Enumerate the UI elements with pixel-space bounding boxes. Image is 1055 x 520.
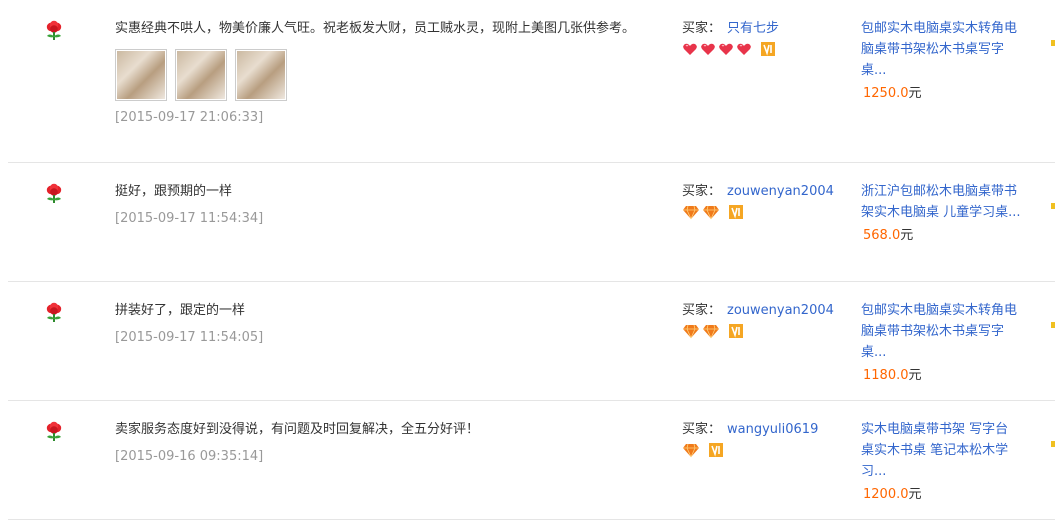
price-value: 568.0 <box>863 228 901 243</box>
review-list: 实惠经典不哄人，物美价廉人气旺。祝老板发大财，员工贼水灵，现附上美图几张供参考。… <box>0 0 1055 520</box>
review-row: 卖家服务态度好到没得说，有问题及时回复解决，全五分好评！ [2015-09-16… <box>8 401 1055 520</box>
item-price: 1200.0元 <box>861 484 1021 505</box>
buyer-info: 买家： zouwenyan2004 <box>682 300 852 339</box>
photo-image <box>117 51 165 99</box>
review-photo-thumb[interactable] <box>235 49 287 101</box>
buyer-info: 买家： zouwenyan2004 <box>682 181 852 220</box>
review-comment-block: 拼装好了，跟定的一样 [2015-09-17 11:54:05] <box>115 300 660 348</box>
vip-icon <box>761 42 775 56</box>
vip-icon <box>709 443 723 457</box>
buyer-name-link[interactable]: zouwenyan2004 <box>727 303 834 318</box>
buyer-label: 买家： <box>682 422 722 437</box>
review-date: [2015-09-17 11:54:05] <box>115 330 264 345</box>
buyer-credit-badges <box>682 323 852 339</box>
price-value: 1200.0 <box>863 487 909 502</box>
item-title-link[interactable]: 包邮实木电脑桌实木转角电脑桌带书架松木书桌写字桌... <box>861 18 1021 81</box>
edge-indicator <box>1051 322 1055 328</box>
photo-image <box>237 51 285 99</box>
red-flower-icon <box>46 183 62 203</box>
review-text: 卖家服务态度好到没得说，有问题及时回复解决，全五分好评！ <box>115 422 480 437</box>
heart-badge-icon <box>719 43 733 55</box>
buyer-label: 买家： <box>682 184 722 199</box>
red-flower-icon <box>46 421 62 441</box>
heart-badge-icon <box>737 43 751 55</box>
diamond-badge-icon <box>683 443 699 458</box>
diamond-badge-icon <box>703 205 719 220</box>
item-price: 568.0元 <box>861 225 1021 246</box>
buyer-label: 买家： <box>682 303 722 318</box>
review-comment-block: 卖家服务态度好到没得说，有问题及时回复解决，全五分好评！ [2015-09-16… <box>115 419 660 467</box>
price-currency: 元 <box>900 228 914 243</box>
edge-indicator <box>1051 203 1055 209</box>
heart-badge-icon <box>701 43 715 55</box>
buyer-name-link[interactable]: wangyuli0619 <box>727 422 818 437</box>
item-title-link[interactable]: 包邮实木电脑桌实木转角电脑桌带书架松木书桌写字桌... <box>861 300 1021 363</box>
review-date: [2015-09-17 11:54:34] <box>115 211 264 226</box>
review-photo-thumb[interactable] <box>115 49 167 101</box>
review-date: [2015-09-17 21:06:33] <box>115 110 264 125</box>
item-info: 包邮实木电脑桌实木转角电脑桌带书架松木书桌写字桌... 1250.0元 <box>861 18 1021 104</box>
item-price: 1180.0元 <box>861 365 1021 386</box>
price-value: 1180.0 <box>863 368 909 383</box>
review-photos <box>115 49 660 101</box>
review-row: 实惠经典不哄人，物美价廉人气旺。祝老板发大财，员工贼水灵，现附上美图几张供参考。… <box>8 0 1055 163</box>
red-flower-icon <box>46 20 62 40</box>
photo-image <box>177 51 225 99</box>
diamond-badge-icon <box>683 205 699 220</box>
price-value: 1250.0 <box>863 86 909 101</box>
edge-indicator <box>1051 40 1055 46</box>
red-flower-icon <box>46 302 62 322</box>
review-date: [2015-09-16 09:35:14] <box>115 449 264 464</box>
item-info: 实木电脑桌带书架 写字台桌实木书桌 笔记本松木学习... 1200.0元 <box>861 419 1021 505</box>
diamond-badge-icon <box>683 324 699 339</box>
buyer-credit-badges <box>682 204 852 220</box>
buyer-credit-badges <box>682 41 852 57</box>
price-currency: 元 <box>908 487 922 502</box>
review-row: 拼装好了，跟定的一样 [2015-09-17 11:54:05] 买家： zouw… <box>8 282 1055 401</box>
edge-indicator <box>1051 441 1055 447</box>
vip-icon <box>729 324 743 338</box>
review-comment-block: 实惠经典不哄人，物美价廉人气旺。祝老板发大财，员工贼水灵，现附上美图几张供参考。… <box>115 18 660 128</box>
item-info: 浙江沪包邮松木电脑桌带书架实木电脑桌 儿童学习桌... 568.0元 <box>861 181 1021 246</box>
review-comment-block: 挺好，跟预期的一样 [2015-09-17 11:54:34] <box>115 181 660 229</box>
item-title-link[interactable]: 浙江沪包邮松木电脑桌带书架实木电脑桌 儿童学习桌... <box>861 181 1021 223</box>
item-title-link[interactable]: 实木电脑桌带书架 写字台桌实木书桌 笔记本松木学习... <box>861 419 1021 482</box>
buyer-name-link[interactable]: 只有七步 <box>727 21 779 36</box>
review-row: 挺好，跟预期的一样 [2015-09-17 11:54:34] 买家： zouwe… <box>8 163 1055 282</box>
review-text: 挺好，跟预期的一样 <box>115 184 233 199</box>
item-price: 1250.0元 <box>861 83 1021 104</box>
price-currency: 元 <box>908 368 922 383</box>
vip-icon <box>729 205 743 219</box>
review-text: 实惠经典不哄人，物美价廉人气旺。祝老板发大财，员工贼水灵，现附上美图几张供参考。 <box>115 21 636 36</box>
buyer-info: 买家： 只有七步 <box>682 18 852 57</box>
buyer-info: 买家： wangyuli0619 <box>682 419 852 458</box>
buyer-label: 买家： <box>682 21 722 36</box>
price-currency: 元 <box>908 86 922 101</box>
review-text: 拼装好了，跟定的一样 <box>115 303 246 318</box>
heart-badge-icon <box>683 43 697 55</box>
diamond-badge-icon <box>703 324 719 339</box>
item-info: 包邮实木电脑桌实木转角电脑桌带书架松木书桌写字桌... 1180.0元 <box>861 300 1021 386</box>
review-photo-thumb[interactable] <box>175 49 227 101</box>
buyer-credit-badges <box>682 442 852 458</box>
buyer-name-link[interactable]: zouwenyan2004 <box>727 184 834 199</box>
